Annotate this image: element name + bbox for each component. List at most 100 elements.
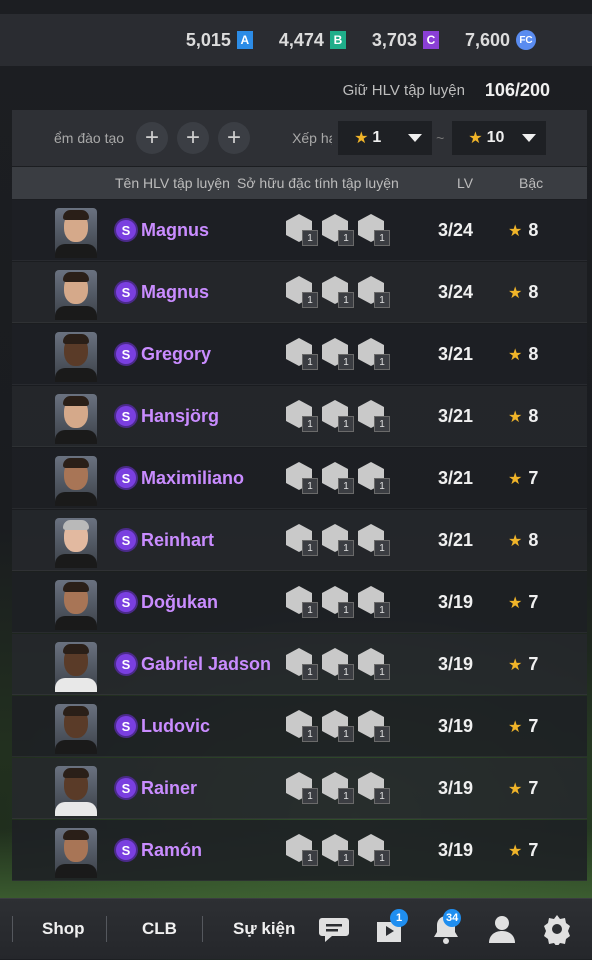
currency-a: 5,015 A <box>186 30 253 51</box>
trait-hex-icon[interactable]: 1 <box>322 214 354 246</box>
trainer-avatar <box>55 518 97 568</box>
avatar-shirt <box>55 368 97 382</box>
trait-hex-icon[interactable]: 1 <box>286 524 318 556</box>
table-row[interactable]: S Ludovic 1 1 1 3/19 ★ 7 <box>12 696 587 757</box>
table-row[interactable]: S Rainer 1 1 1 3/19 ★ 7 <box>12 758 587 819</box>
trait-hex-icon[interactable]: 1 <box>322 338 354 370</box>
trait-level: 1 <box>374 726 390 742</box>
trait-level: 1 <box>302 664 318 680</box>
chat-icon[interactable] <box>318 913 350 945</box>
table-row[interactable]: S Reinhart 1 1 1 3/21 ★ 8 <box>12 510 587 571</box>
star-icon: ★ <box>508 471 523 488</box>
trait-hex-icon[interactable]: 1 <box>358 276 390 308</box>
nav-events[interactable]: Sự kiện <box>233 919 295 939</box>
header-name[interactable]: Tên HLV tập luyện <box>115 175 230 191</box>
header-grade[interactable]: Bậc <box>519 175 543 191</box>
trait-hex-icon[interactable]: 1 <box>322 524 354 556</box>
trait-hex-icon[interactable]: 1 <box>358 338 390 370</box>
table-row[interactable]: S Gabriel Jadson 1 1 1 3/19 ★ 7 <box>12 634 587 695</box>
star-icon: ★ <box>354 130 369 147</box>
profile-icon[interactable] <box>486 913 518 945</box>
avatar-shirt <box>55 306 97 320</box>
trait-hex-icon[interactable]: 1 <box>358 648 390 680</box>
trait-hex-icon[interactable]: 1 <box>286 648 318 680</box>
grade-value: 8 <box>528 406 539 426</box>
trait-hex-icon[interactable]: 1 <box>286 214 318 246</box>
table-row[interactable]: S Hansjörg 1 1 1 3/21 ★ 8 <box>12 386 587 447</box>
rank-s-badge: S <box>116 468 136 488</box>
trait-level: 1 <box>302 416 318 432</box>
avatar-hair <box>63 458 89 468</box>
trait-hex-icon[interactable]: 1 <box>286 338 318 370</box>
trait-hex-icon[interactable]: 1 <box>286 772 318 804</box>
table-row[interactable]: S Gregory 1 1 1 3/21 ★ 8 <box>12 324 587 385</box>
trait-hex-icon[interactable]: 1 <box>358 710 390 742</box>
trainer-avatar <box>55 704 97 754</box>
avatar-hair <box>63 582 89 592</box>
trainer-avatar <box>55 828 97 878</box>
grade-value: 7 <box>528 840 539 860</box>
avatar-hair <box>63 768 89 778</box>
header-lv[interactable]: LV <box>457 175 473 191</box>
trait-level: 1 <box>374 416 390 432</box>
rank-from-select[interactable]: ★ 1 <box>338 121 433 155</box>
trait-hex-icon[interactable]: 1 <box>322 772 354 804</box>
trainer-name: Ramón <box>141 840 203 860</box>
trainer-name: Gregory <box>141 344 212 364</box>
rank-s-badge: S <box>116 654 136 674</box>
trait-hex-icon[interactable]: 1 <box>322 834 354 866</box>
trait-hex-icon[interactable]: 1 <box>286 834 318 866</box>
rank-to-select[interactable]: ★ 10 <box>452 121 547 155</box>
trait-hex-icon[interactable]: 1 <box>286 462 318 494</box>
trait-level: 1 <box>302 292 318 308</box>
trainer-name: Ludovic <box>141 716 211 736</box>
trait-list: 1 1 1 <box>286 772 390 804</box>
trait-hex-icon[interactable]: 1 <box>322 586 354 618</box>
trait-level: 1 <box>374 602 390 618</box>
trait-hex-icon[interactable]: 1 <box>358 524 390 556</box>
trait-level: 1 <box>338 664 354 680</box>
trainer-level: 3/19 <box>438 778 474 798</box>
rank-s-badge: S <box>116 220 136 240</box>
trait-list: 1 1 1 <box>286 338 390 370</box>
trainer-name: Maximiliano <box>141 468 245 488</box>
add-filter-button-1[interactable]: + <box>136 122 169 154</box>
trait-hex-icon[interactable]: 1 <box>358 400 390 432</box>
trait-level: 1 <box>374 354 390 370</box>
trait-hex-icon[interactable]: 1 <box>358 462 390 494</box>
add-filter-button-2[interactable]: + <box>177 122 210 154</box>
trait-level: 1 <box>302 540 318 556</box>
nav-club[interactable]: CLB <box>142 919 177 939</box>
trait-hex-icon[interactable]: 1 <box>286 276 318 308</box>
trait-hex-icon[interactable]: 1 <box>286 586 318 618</box>
chevron-down-icon <box>522 134 537 142</box>
trait-hex-icon[interactable]: 1 <box>286 710 318 742</box>
trait-hex-icon[interactable]: 1 <box>286 400 318 432</box>
trait-hex-icon[interactable]: 1 <box>358 834 390 866</box>
avatar-shirt <box>55 616 97 630</box>
trait-hex-icon[interactable]: 1 <box>322 462 354 494</box>
table-row[interactable]: S Maximiliano 1 1 1 3/21 ★ 7 <box>12 448 587 509</box>
trainer-grade: ★ 8 <box>508 530 538 551</box>
trait-hex-icon[interactable]: 1 <box>322 710 354 742</box>
table-row[interactable]: S Doğukan 1 1 1 3/19 ★ 7 <box>12 572 587 633</box>
header-traits[interactable]: Sở hữu đặc tính tập luyện <box>237 175 399 191</box>
trait-hex-icon[interactable]: 1 <box>322 276 354 308</box>
add-filter-button-3[interactable]: + <box>218 122 251 154</box>
table-row[interactable]: S Magnus 1 1 1 3/24 ★ 8 <box>12 200 587 261</box>
table-row[interactable]: S Ramón 1 1 1 3/19 ★ 7 <box>12 820 587 881</box>
trait-hex-icon[interactable]: 1 <box>358 586 390 618</box>
trait-level: 1 <box>374 664 390 680</box>
trait-level: 1 <box>302 788 318 804</box>
avatar-hair <box>63 830 89 840</box>
trait-hex-icon[interactable]: 1 <box>358 214 390 246</box>
avatar-hair <box>63 334 89 344</box>
table-row[interactable]: S Magnus 1 1 1 3/24 ★ 8 <box>12 262 587 323</box>
trainer-avatar <box>55 766 97 816</box>
trait-hex-icon[interactable]: 1 <box>322 648 354 680</box>
trait-hex-icon[interactable]: 1 <box>358 772 390 804</box>
gear-icon[interactable] <box>541 913 573 945</box>
divider <box>202 916 203 942</box>
nav-shop[interactable]: Shop <box>42 919 85 939</box>
trait-hex-icon[interactable]: 1 <box>322 400 354 432</box>
